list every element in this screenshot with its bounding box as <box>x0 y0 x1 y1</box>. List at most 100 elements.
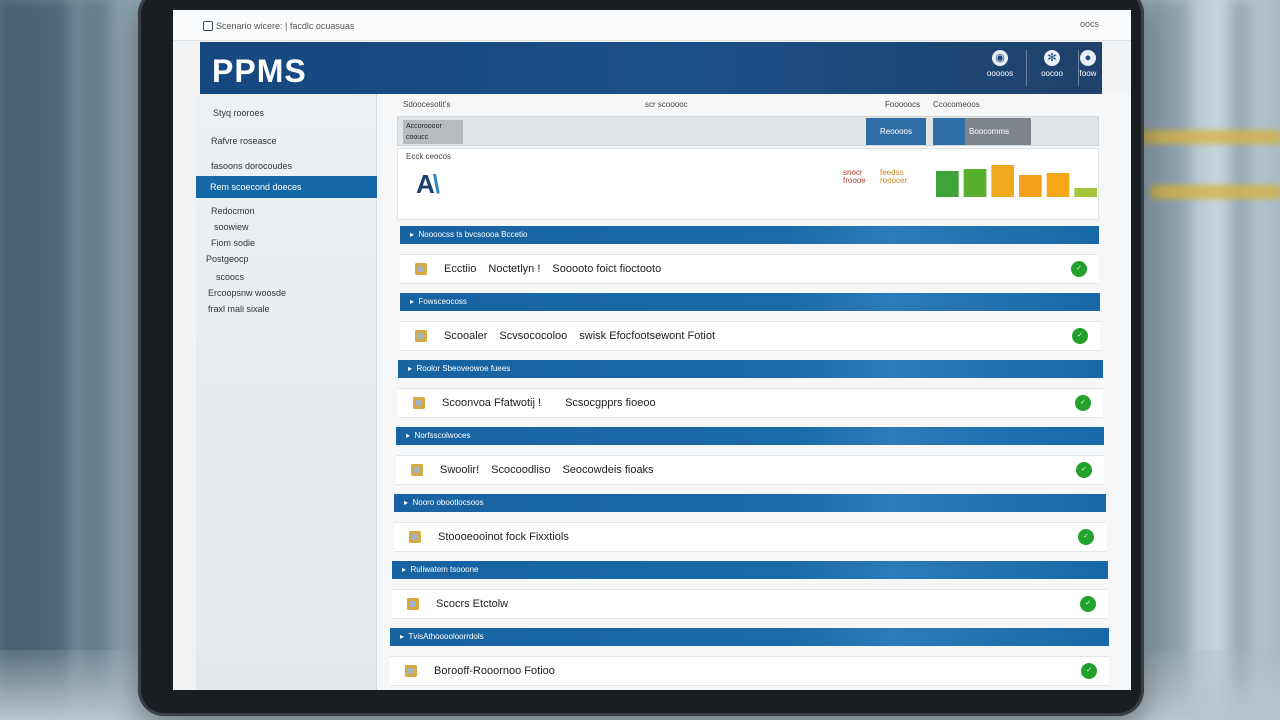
toolbar-user-button[interactable]: ● foow <box>1074 48 1102 88</box>
row-text-b: Noctetlyn ! <box>488 263 541 275</box>
row-type-icon <box>415 330 427 342</box>
row-text-c: Seocowdeis fioaks <box>562 464 654 476</box>
column-header-4: Ccocomeoos <box>933 100 980 109</box>
row-text-a: Stoooeooinot fock Fixxtiols <box>438 531 569 543</box>
row-type-icon <box>411 464 423 476</box>
sidebar-item-7[interactable]: Postgeocp <box>206 254 249 264</box>
section-header-0[interactable]: ▸ Noooocss ts bvcsoooa Bccetio <box>400 226 1099 244</box>
row-text: Stoooeooinot fock Fixxtiols <box>438 531 593 543</box>
column-header-1: Sdoocesotit's <box>403 100 451 109</box>
sidebar-nav: Styq rooroes Rafvre roseasce fasoons dor… <box>196 94 383 690</box>
section-title: Norfsscolwoces <box>414 431 471 440</box>
sidebar-item-9[interactable]: Ercoopsnw woosde <box>208 288 286 298</box>
status-ok-icon[interactable]: ✓ <box>1080 596 1096 612</box>
toolbar-globe-button[interactable]: ◉ ooooos <box>980 48 1020 88</box>
row-text-b: Scocoodliso <box>491 464 551 476</box>
user-icon: ● <box>1080 50 1096 66</box>
toolbar-divider <box>1026 50 1027 86</box>
status-ok-icon[interactable]: ✓ <box>1076 462 1092 478</box>
filter-dropdown[interactable]: Accoroooor cooucc <box>403 120 463 144</box>
section-header-3[interactable]: ▸ Norfsscolwoces <box>396 427 1104 445</box>
row-text: Borooff-Rooornoo Fotioo <box>434 665 579 677</box>
section-title: Roolor Sbeoveowoe fuees <box>416 364 511 373</box>
bar-2 <box>963 169 987 197</box>
status-ok-icon[interactable]: ✓ <box>1078 529 1094 545</box>
row-text: Swoolir! Scocoodliso Seocowdeis fioaks <box>440 464 654 476</box>
window-icon <box>203 21 213 31</box>
filter-dropdown-line2: cooucc <box>406 134 429 141</box>
stat-b-line2: rooocer <box>880 176 908 185</box>
secondary-filter-button[interactable]: Boocomms <box>933 118 1031 145</box>
stat-a-line2: froooe <box>843 176 866 185</box>
sidebar-item-1[interactable]: Rafvre roseasce <box>211 136 277 146</box>
row-text-a: Borooff-Rooornoo Fotioo <box>434 665 555 677</box>
row-type-icon <box>409 531 421 543</box>
row-type-icon <box>405 665 417 677</box>
sidebar-item-0[interactable]: Styq rooroes <box>213 108 264 118</box>
section-header-6[interactable]: ▸ TvisAthooooloorrdols <box>390 628 1109 646</box>
sidebar-item-4[interactable]: Redocmon <box>211 206 255 216</box>
row-text-a: Scocrs Etctolw <box>436 598 509 610</box>
section-row-3[interactable]: Swoolir! Scocoodliso Seocowdeis fioaks ✓ <box>396 455 1104 485</box>
toolbar-label: ooooos <box>986 69 1014 78</box>
column-header-2: scr scooooc <box>645 100 688 109</box>
section-title: Noooocss ts bvcsoooa Bccetio <box>418 230 528 239</box>
bar-6 <box>1074 188 1098 197</box>
row-text: Ecctiio Noctetlyn ! Sooooto foict fioctoot… <box>444 263 661 275</box>
section-row-4[interactable]: Stoooeooinot fock Fixxtiols ✓ <box>394 522 1106 552</box>
logo-letter: A <box>416 169 435 199</box>
sidebar-item-6[interactable]: Fiom sodie <box>211 238 255 248</box>
toolbar-settings-button[interactable]: ✻ oocoo <box>1032 48 1072 88</box>
primary-filter-button[interactable]: Reoooos <box>866 118 926 145</box>
kpi-bar-chart <box>936 165 1098 197</box>
filter-dropdown-line1: Accoroooor <box>406 123 442 130</box>
status-ok-icon[interactable]: ✓ <box>1081 663 1097 679</box>
section-row-2[interactable]: Scoonvoa Ffatwotij ! Scsocgpprs fioeoo ✓ <box>398 388 1103 418</box>
row-text-c: Sooooto foict fioctooto <box>552 263 662 275</box>
toolbar-label: oocoo <box>1041 69 1063 78</box>
window-title: Scenario wicere: | facdlc ocuasuas <box>216 21 355 31</box>
row-type-icon <box>415 263 427 275</box>
secondary-filter-label: Boocomms <box>969 127 1010 136</box>
system-status-text: oocs <box>1079 19 1099 29</box>
row-text-c: swisk Efocfootsewont Fotiot <box>579 330 716 342</box>
sidebar-item-10[interactable]: fraxl mali sixale <box>208 304 270 314</box>
row-text-a: Scoonvoa Ffatwotij ! <box>442 397 542 409</box>
sidebar-item-5[interactable]: soowiew <box>214 222 249 232</box>
toolbar-label: foow <box>1079 69 1097 78</box>
settings-icon: ✻ <box>1044 50 1060 66</box>
row-text: Scooaler Scvsococoloo swisk Efocfootsewont… <box>444 330 715 342</box>
section-row-6[interactable]: Borooff-Rooornoo Fotioo ✓ <box>390 656 1109 686</box>
row-type-icon <box>413 397 425 409</box>
logo: A\ <box>416 169 440 200</box>
section-header-4[interactable]: ▸ Nooro obootlocsoos <box>394 494 1106 512</box>
row-text-b: Scvsococoloo <box>499 330 568 342</box>
status-ok-icon[interactable]: ✓ <box>1075 395 1091 411</box>
section-header-1[interactable]: ▸ Fowsceocoss <box>400 293 1100 311</box>
row-text-a: Swoolir! <box>440 464 480 476</box>
row-text-c: Scsocgpprs fioeoo <box>565 397 656 409</box>
bar-4 <box>1019 175 1042 197</box>
section-row-0[interactable]: Ecctiio Noctetlyn ! Sooooto foict fioctoot… <box>400 254 1099 284</box>
section-header-2[interactable]: ▸ Roolor Sbeoveowoe fuees <box>398 360 1103 378</box>
bar-3 <box>991 165 1015 197</box>
status-ok-icon[interactable]: ✓ <box>1071 261 1087 277</box>
status-ok-icon[interactable]: ✓ <box>1072 328 1088 344</box>
stat-a: snocr froooe <box>843 169 866 185</box>
filter-bar: Accoroooor cooucc Reoooos Boocomms <box>397 116 1099 146</box>
globe-icon: ◉ <box>992 50 1008 66</box>
sidebar-item-active[interactable]: Rem scoecond doeces <box>196 176 383 198</box>
sidebar-item-2[interactable]: fasoons dorocoudes <box>211 161 292 171</box>
button-accent <box>933 118 965 145</box>
section-row-5[interactable]: Scocrs Etctolw ✓ <box>392 589 1108 619</box>
section-title: Ruliwatem tsooone <box>410 565 479 574</box>
section-row-1[interactable]: Scooaler Scvsococoloo swisk Efocfootsewont… <box>400 321 1100 351</box>
section-title: Nooro obootlocsoos <box>412 498 484 507</box>
app-brand[interactable]: PPMS <box>212 53 307 90</box>
section-title: Fowsceocoss <box>418 297 467 306</box>
sidebar-item-8[interactable]: scoocs <box>216 272 244 282</box>
system-title-bar: Scenario wicere: | facdlc ocuasuas oocs <box>173 10 1131 41</box>
kpi-label: Ecck ceocos <box>406 152 451 161</box>
section-header-5[interactable]: ▸ Ruliwatem tsooone <box>392 561 1108 579</box>
row-text: Scocrs Etctolw <box>436 598 532 610</box>
